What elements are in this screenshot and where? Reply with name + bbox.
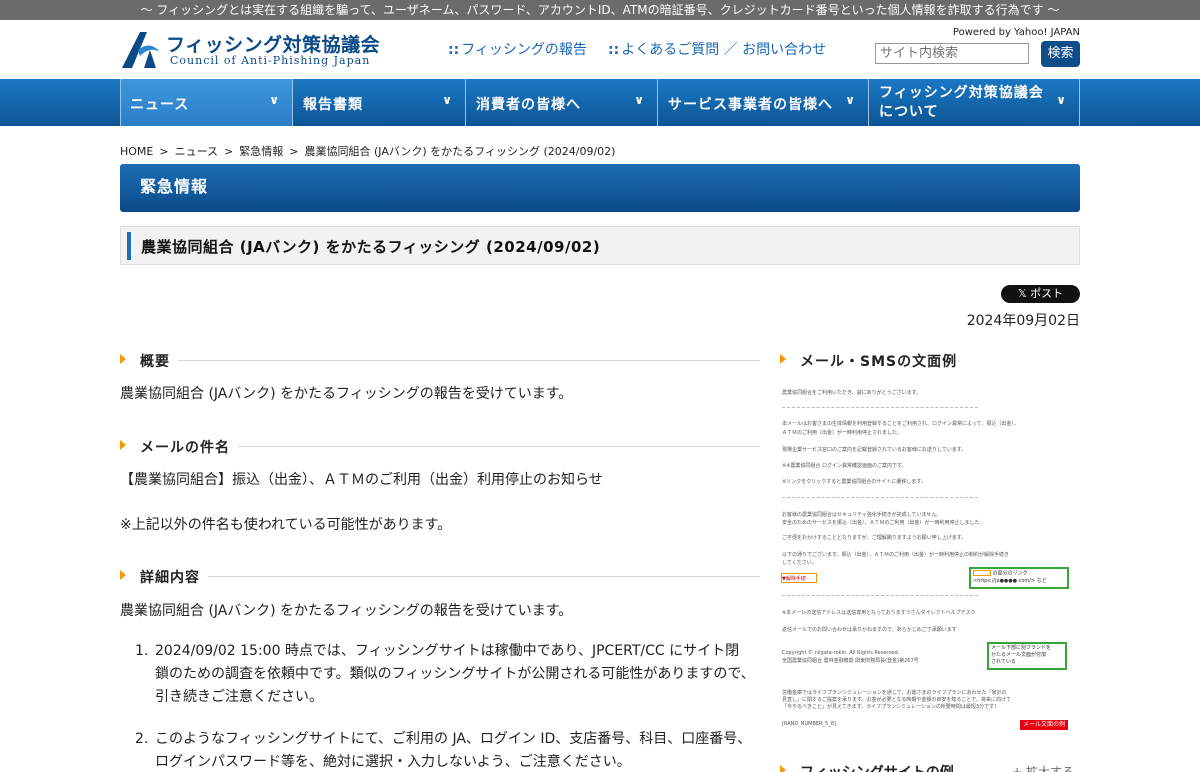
logo-title[interactable]: フィッシング対策協議会 (166, 30, 380, 57)
site-search-input[interactable] (875, 43, 1029, 64)
triangle-bullet-icon (120, 570, 126, 580)
subject-text: 【農業協同組合】振込（出金）、ＡＴＭのご利用（出金）利用停止のお知らせ (120, 472, 603, 488)
link-dots-icon: :: (448, 42, 460, 58)
triangle-bullet-icon (780, 765, 786, 772)
triangle-bullet-icon (120, 354, 126, 364)
link-callout: の部分のリンク <https://ja●●●●.com/> など (969, 567, 1069, 589)
main-nav: ニュース ∨ 報告書類 ∨ 消費者の皆様へ ∨ サービス事業者の皆様へ ∨ フィ… (0, 79, 1200, 126)
breadcrumb-home[interactable]: HOME (120, 145, 153, 158)
post-date: 2024年09月02日 (966, 313, 1080, 329)
brand-callout: メール下部に別ブランドを かたるメール文面が付加 されている (987, 642, 1067, 670)
faq-contact-link[interactable]: :: よくあるご質問 ／ お問い合わせ (608, 39, 826, 59)
chevron-down-icon: ∨ (1056, 93, 1067, 107)
heading-rule (140, 576, 760, 577)
details-text: 農業協同組合 (JAバンク) をかたるフィッシングの報告を受けています。 (120, 603, 573, 619)
link-dots-icon: :: (608, 42, 620, 58)
nav-reports-label: 報告書類 (303, 97, 363, 113)
list-item: 1. 2024/09/02 15:00 時点では、フィッシングサイトは稼働中であ… (135, 643, 755, 705)
logo-subtitle: Council of Anti-Phishing Japan (170, 54, 371, 67)
breadcrumb: HOME > ニュース > 緊急情報 > 農業協同組合 (JAバンク) をかたるフィッシング… (120, 145, 616, 158)
title-accent-bar (127, 232, 131, 260)
mail-example-heading: メール・SMSの文面例 (780, 351, 1080, 371)
chevron-down-icon: ∨ (845, 93, 856, 107)
search-button[interactable]: 検索 (1041, 41, 1080, 67)
nav-about-label: フィッシング対策協議会 について (879, 85, 1044, 120)
nav-news-label: ニュース (130, 97, 190, 113)
announcement-text: 〜 フィッシングとは実在する組織を騙って、ユーザネーム、パスワード、アカウントI… (140, 3, 1060, 17)
section-subject-heading: メールの件名 (120, 437, 760, 457)
nav-reports[interactable]: 報告書類 ∨ (293, 79, 466, 126)
orange-highlight (973, 570, 991, 576)
mail-divider (782, 407, 978, 408)
breadcrumb-urgent[interactable]: 緊急情報 (239, 145, 283, 158)
mail-divider (782, 595, 978, 596)
mail-divider (782, 497, 978, 498)
nav-news[interactable]: ニュース ∨ (120, 79, 293, 126)
heading-rule (140, 360, 760, 361)
nav-service-providers-label: サービス事業者の皆様へ (668, 97, 833, 113)
category-banner: 緊急情報 (120, 164, 1080, 212)
chevron-down-icon: ∨ (634, 93, 645, 107)
category-title: 緊急情報 (140, 177, 209, 196)
site-example-heading: フィッシングサイトの例 + 拡大する (780, 762, 1080, 772)
report-phishing-link[interactable]: :: フィッシングの報告 (448, 39, 587, 59)
triangle-bullet-icon (780, 354, 786, 364)
page-title-box: 農業協同組合 (JAバンク) をかたるフィッシング (2024/09/02) (120, 226, 1080, 265)
nav-service-providers[interactable]: サービス事業者の皆様へ ∨ (658, 79, 869, 126)
triangle-bullet-icon (120, 440, 126, 450)
chevron-down-icon: ∨ (269, 93, 280, 107)
overview-text: 農業協同組合 (JAバンク) をかたるフィッシングの報告を受けています。 (120, 386, 573, 402)
page-title: 農業協同組合 (JAバンク) をかたるフィッシング (2024/09/02) (141, 238, 601, 256)
breadcrumb-news[interactable]: ニュース (175, 145, 218, 158)
breadcrumb-current: 農業協同組合 (JAバンク) をかたるフィッシング (2024/09/02) (304, 145, 616, 158)
x-post-button[interactable]: 𝕏 ポスト (1001, 285, 1080, 303)
top-announcement-bar: 〜 フィッシングとは実在する組織を騙って、ユーザネーム、パスワード、アカウントI… (0, 0, 1200, 20)
section-details-heading: 詳細内容 (120, 567, 760, 587)
chevron-down-icon: ∨ (442, 93, 453, 107)
mail-example-image[interactable]: 農業協同組合をご利用いただき、誠にありがとうございます。 本メールはお客さまの生… (780, 383, 1080, 738)
nav-about[interactable]: フィッシング対策協議会 について ∨ (869, 79, 1080, 126)
nav-divider (120, 79, 121, 126)
details-list: 1. 2024/09/02 15:00 時点では、フィッシングサイトは稼働中であ… (120, 640, 760, 772)
powered-by-label: Powered by Yahoo! JAPAN (952, 27, 1080, 38)
logo-icon[interactable] (120, 30, 162, 70)
zoom-link[interactable]: + 拡大する (1012, 763, 1074, 772)
section-overview-heading: 概要 (120, 351, 760, 371)
subject-note: ※上記以外の件名も使われている可能性があります。 (120, 517, 452, 533)
site-header: フィッシング対策協議会 Council of Anti-Phishing Jap… (0, 20, 1200, 79)
nav-consumers-label: 消費者の皆様へ (476, 97, 581, 113)
nav-consumers[interactable]: 消費者の皆様へ ∨ (466, 79, 658, 126)
mail-example-tag: メール文面の例 (1020, 720, 1069, 730)
list-item: 2. このようなフィッシングサイトにて、ご利用の JA、ログイン ID、支店番号… (135, 731, 752, 770)
